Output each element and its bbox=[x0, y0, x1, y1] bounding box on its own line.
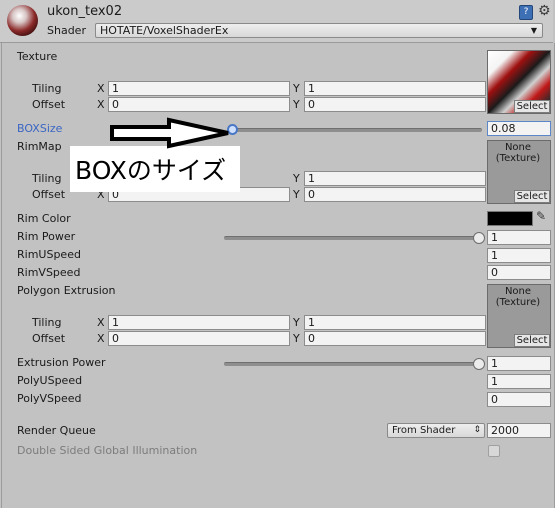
rim-power-slider[interactable] bbox=[224, 236, 480, 240]
rim-u-speed-label: RimUSpeed bbox=[17, 248, 81, 261]
extrusion-power-value-field[interactable]: 1 bbox=[487, 356, 551, 371]
polygon-extrusion-offset-y-field[interactable]: 0 bbox=[304, 331, 486, 346]
rimmap-texture-text: (Texture) bbox=[495, 153, 541, 164]
render-queue-dropdown[interactable]: From Shader ⇕ bbox=[387, 423, 485, 438]
material-sphere-icon bbox=[7, 5, 38, 36]
render-queue-label: Render Queue bbox=[17, 424, 96, 437]
axis-y-label: Y bbox=[293, 316, 300, 329]
boxsize-slider[interactable] bbox=[230, 128, 482, 132]
axis-y-label: Y bbox=[293, 98, 300, 111]
texture-tiling-x-field[interactable]: 1 bbox=[108, 81, 290, 96]
axis-x-label: X bbox=[97, 332, 105, 345]
poly-u-speed-field[interactable]: 1 bbox=[487, 374, 551, 389]
eyedropper-icon[interactable]: ✎ bbox=[536, 209, 546, 223]
texture-offset-x-field[interactable]: 0 bbox=[108, 97, 290, 112]
rimmap-none-text: None bbox=[504, 142, 532, 153]
rim-v-speed-label: RimVSpeed bbox=[17, 266, 81, 279]
axis-y-label: Y bbox=[293, 172, 300, 185]
render-queue-value-field[interactable]: 2000 bbox=[487, 423, 551, 438]
double-sided-gi-label: Double Sided Global Illumination bbox=[17, 444, 198, 457]
rim-u-speed-field[interactable]: 1 bbox=[487, 248, 551, 263]
rimmap-offset-label: Offset bbox=[32, 188, 66, 201]
polygon-extrusion-tiling-y-field[interactable]: 1 bbox=[304, 315, 486, 330]
rim-power-label: Rim Power bbox=[17, 230, 76, 243]
axis-x-label: X bbox=[97, 98, 105, 111]
texture-offset-y-field[interactable]: 0 bbox=[304, 97, 486, 112]
shader-label: Shader bbox=[47, 24, 86, 37]
extrusion-power-slider[interactable] bbox=[224, 362, 480, 366]
axis-x-label: X bbox=[97, 316, 105, 329]
texture-label: Texture bbox=[17, 50, 58, 63]
help-book-icon[interactable]: ? bbox=[519, 5, 533, 20]
rim-power-slider-handle[interactable] bbox=[473, 232, 485, 244]
boxsize-value-field[interactable]: 0.08 bbox=[487, 121, 551, 136]
texture-offset-label: Offset bbox=[32, 98, 66, 111]
rimmap-label: RimMap bbox=[17, 140, 62, 153]
poly-u-speed-label: PolyUSpeed bbox=[17, 374, 83, 387]
polygon-extrusion-select-button[interactable]: Select bbox=[514, 334, 550, 347]
texture-tiling-y-field[interactable]: 1 bbox=[304, 81, 486, 96]
texture-select-button[interactable]: Select bbox=[514, 100, 550, 113]
rim-color-swatch[interactable] bbox=[487, 211, 533, 226]
rim-color-label: Rim Color bbox=[17, 212, 71, 225]
polygon-extrusion-offset-label: Offset bbox=[32, 332, 66, 345]
polygon-extrusion-offset-x-field[interactable]: 0 bbox=[108, 331, 290, 346]
material-title: ukon_tex02 bbox=[47, 4, 123, 19]
dropdown-arrow-icon: ▼ bbox=[530, 26, 537, 35]
material-properties-panel bbox=[1, 43, 555, 508]
texture-tiling-label: Tiling bbox=[32, 82, 62, 95]
extrusion-power-label: Extrusion Power bbox=[17, 356, 106, 369]
polygon-extrusion-label: Polygon Extrusion bbox=[17, 284, 116, 297]
axis-x-label: X bbox=[97, 82, 105, 95]
polygon-extrusion-tiling-x-field[interactable]: 1 bbox=[108, 315, 290, 330]
boxsize-label: BOXSize bbox=[17, 122, 63, 135]
dropdown-arrow-icon: ⇕ bbox=[473, 425, 481, 435]
rim-v-speed-field[interactable]: 0 bbox=[487, 265, 551, 280]
axis-y-label: Y bbox=[293, 188, 300, 201]
rimmap-offset-y-field[interactable]: 0 bbox=[304, 187, 486, 202]
axis-y-label: Y bbox=[293, 82, 300, 95]
rimmap-tiling-label: Tiling bbox=[32, 172, 62, 185]
poly-v-speed-label: PolyVSpeed bbox=[17, 392, 82, 405]
rimmap-tiling-y-field[interactable]: 1 bbox=[304, 171, 486, 186]
extrusion-power-slider-handle[interactable] bbox=[473, 358, 485, 370]
render-queue-dropdown-value: From Shader bbox=[392, 425, 456, 436]
settings-gear-icon[interactable]: ⚙ bbox=[538, 3, 551, 19]
shader-dropdown[interactable]: HOTATE/VoxelShaderEx ▼ bbox=[95, 23, 543, 38]
shader-dropdown-value: HOTATE/VoxelShaderEx bbox=[100, 24, 229, 37]
poly-v-speed-field[interactable]: 0 bbox=[487, 392, 551, 407]
polygon-extrusion-texture-text: (Texture) bbox=[495, 297, 541, 308]
axis-y-label: Y bbox=[293, 332, 300, 345]
double-sided-gi-checkbox[interactable] bbox=[488, 445, 500, 457]
polygon-extrusion-none-text: None bbox=[504, 286, 532, 297]
polygon-extrusion-tiling-label: Tiling bbox=[32, 316, 62, 329]
rim-power-value-field[interactable]: 1 bbox=[487, 230, 551, 245]
annotation-arrow-icon bbox=[110, 117, 229, 149]
rimmap-select-button[interactable]: Select bbox=[514, 190, 550, 203]
annotation-text: BOXのサイズ bbox=[75, 156, 227, 185]
